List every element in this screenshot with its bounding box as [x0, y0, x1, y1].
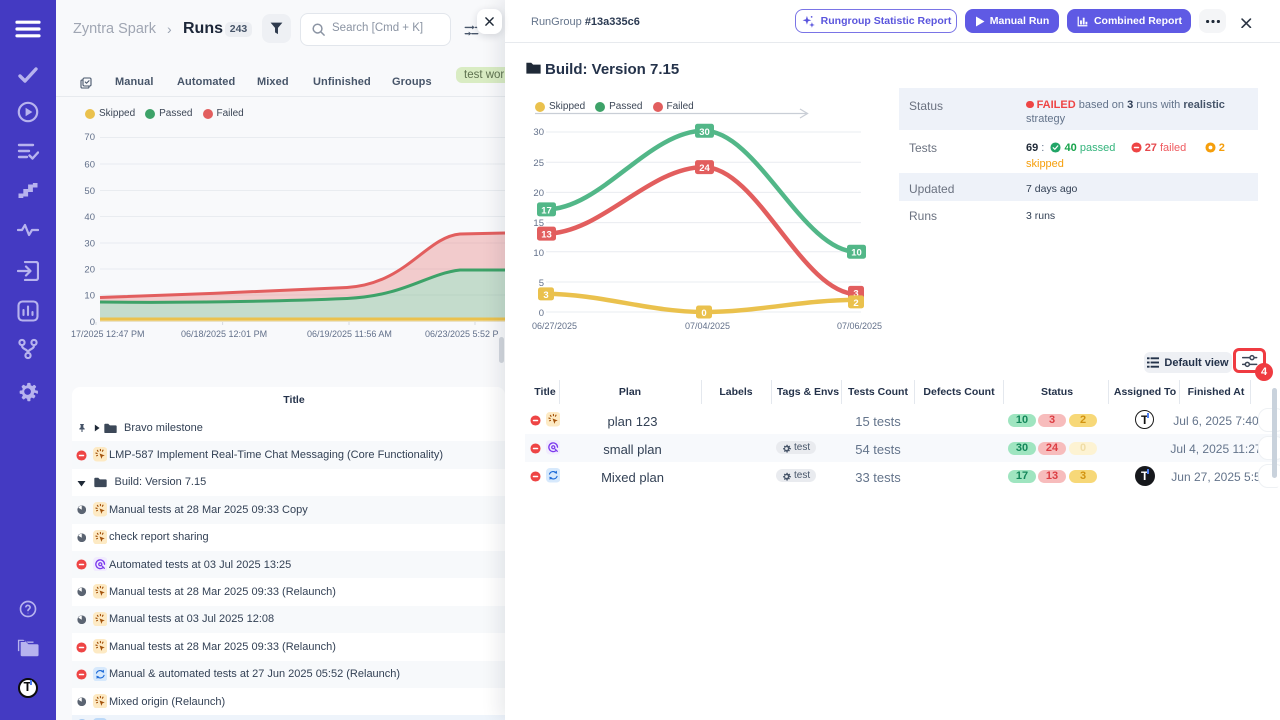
- svg-text:13: 13: [541, 230, 552, 241]
- svg-text:07/06/2025: 07/06/2025: [837, 321, 882, 331]
- svg-text:30: 30: [84, 239, 95, 250]
- svg-text:24: 24: [699, 163, 710, 174]
- svg-text:60: 60: [84, 160, 95, 171]
- svg-text:5: 5: [539, 278, 544, 289]
- svg-text:20: 20: [84, 265, 95, 276]
- svg-text:06/27/2025: 06/27/2025: [532, 321, 577, 331]
- svg-text:25: 25: [533, 158, 544, 169]
- svg-text:3: 3: [543, 290, 548, 301]
- svg-text:0: 0: [701, 308, 706, 319]
- svg-text:40: 40: [84, 212, 95, 223]
- svg-text:10: 10: [533, 248, 544, 259]
- svg-text:17: 17: [541, 205, 552, 216]
- svg-text:0: 0: [539, 308, 544, 319]
- svg-text:07/04/2025: 07/04/2025: [685, 321, 730, 331]
- svg-text:50: 50: [84, 186, 95, 197]
- svg-text:2: 2: [853, 298, 858, 309]
- svg-text:20: 20: [533, 188, 544, 199]
- svg-text:10: 10: [851, 248, 862, 259]
- svg-text:70: 70: [84, 132, 95, 143]
- svg-text:30: 30: [533, 127, 544, 138]
- svg-text:0: 0: [90, 317, 95, 325]
- svg-text:30: 30: [699, 127, 710, 138]
- svg-text:10: 10: [84, 291, 95, 302]
